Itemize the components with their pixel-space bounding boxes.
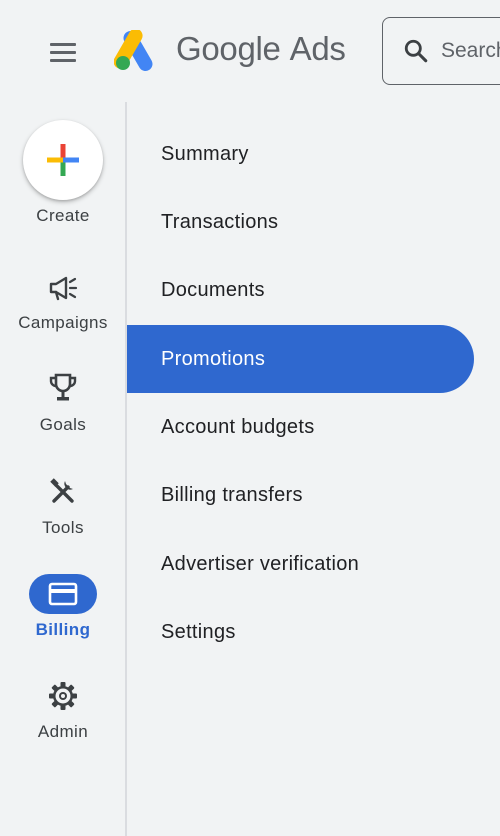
brand-google: Google xyxy=(176,30,281,67)
submenu-item-account-budgets[interactable]: Account budgets xyxy=(127,393,474,461)
rail-item-label: Goals xyxy=(39,415,87,434)
megaphone-icon xyxy=(43,270,83,306)
product-name: Google Ads xyxy=(176,30,346,74)
gear-icon xyxy=(43,678,83,714)
hamburger-icon xyxy=(50,42,76,46)
rail-item-label: Billing xyxy=(35,620,91,639)
rail-item-label: Campaigns xyxy=(18,313,108,332)
submenu-item-promotions[interactable]: Promotions xyxy=(127,325,474,393)
submenu-item-summary[interactable]: Summary xyxy=(127,120,474,188)
main-menu-button[interactable] xyxy=(42,32,84,72)
submenu-item-advertiser-verification[interactable]: Advertiser verification xyxy=(127,530,474,598)
rail-item-label: Tools xyxy=(42,518,84,537)
billing-active-indicator xyxy=(29,574,97,614)
submenu-item-settings[interactable]: Settings xyxy=(127,598,474,666)
credit-card-icon xyxy=(48,582,78,606)
search-box[interactable] xyxy=(382,17,500,85)
google-ads-logo[interactable] xyxy=(114,30,160,72)
hamburger-icon-line xyxy=(50,58,76,62)
rail-item-label: Admin xyxy=(37,722,89,741)
create-button[interactable] xyxy=(23,120,103,200)
top-app-bar: Google Ads xyxy=(0,0,500,102)
submenu-item-billing-transfers[interactable]: Billing transfers xyxy=(127,461,474,529)
search-input[interactable] xyxy=(441,39,500,63)
trophy-icon xyxy=(43,370,83,406)
submenu-item-transactions[interactable]: Transactions xyxy=(127,188,474,256)
brand-ads: Ads xyxy=(289,30,346,67)
search-icon xyxy=(404,39,428,63)
hamburger-icon-line xyxy=(50,50,76,54)
plus-icon xyxy=(47,144,79,176)
tools-icon xyxy=(43,474,83,510)
submenu-item-documents[interactable]: Documents xyxy=(127,256,474,324)
create-label: Create xyxy=(36,206,90,225)
